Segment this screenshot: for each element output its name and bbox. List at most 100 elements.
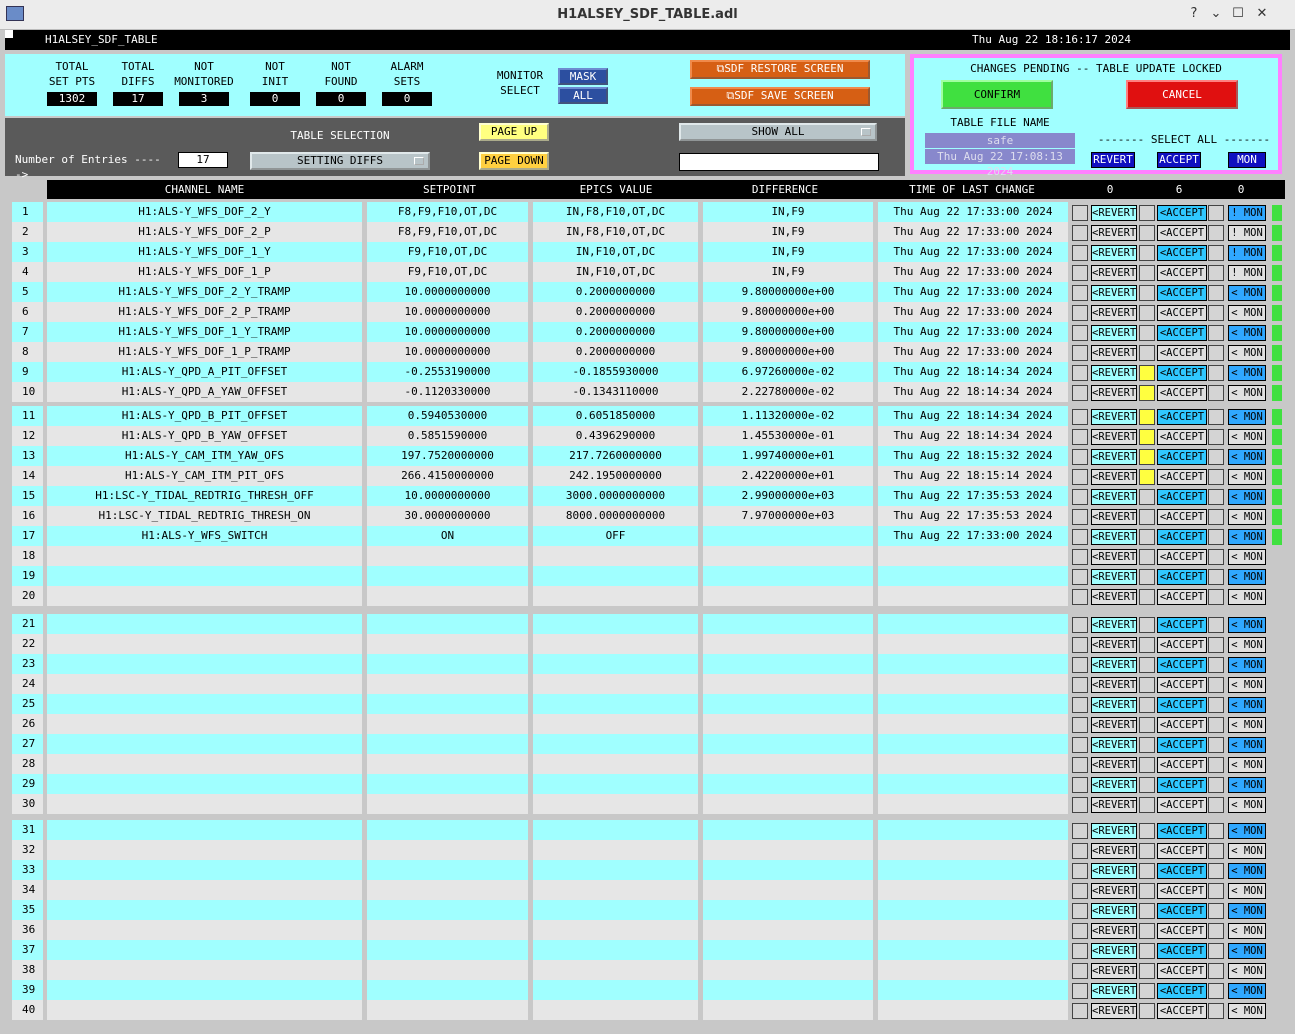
revert-select-checkbox[interactable] bbox=[1072, 225, 1088, 241]
mon-select-checkbox[interactable] bbox=[1208, 677, 1224, 693]
accept-button[interactable]: <ACCEPT bbox=[1157, 205, 1207, 221]
revert-button[interactable]: <REVERT bbox=[1091, 265, 1137, 281]
mon-button[interactable]: < MON bbox=[1228, 365, 1266, 381]
mon-select-checkbox[interactable] bbox=[1208, 509, 1224, 525]
accept-select-checkbox[interactable] bbox=[1139, 923, 1155, 939]
revert-select-checkbox[interactable] bbox=[1072, 385, 1088, 401]
mon-select-checkbox[interactable] bbox=[1208, 1003, 1224, 1019]
revert-select-checkbox[interactable] bbox=[1072, 903, 1088, 919]
accept-select-checkbox[interactable] bbox=[1139, 823, 1155, 839]
accept-select-checkbox[interactable] bbox=[1139, 285, 1155, 301]
revert-select-checkbox[interactable] bbox=[1072, 325, 1088, 341]
mon-button[interactable]: ! MON bbox=[1228, 265, 1266, 281]
mon-button[interactable]: < MON bbox=[1228, 797, 1266, 813]
revert-select-checkbox[interactable] bbox=[1072, 823, 1088, 839]
mask-button[interactable]: MASK bbox=[558, 68, 608, 85]
mon-select-checkbox[interactable] bbox=[1208, 305, 1224, 321]
cancel-button[interactable]: CANCEL bbox=[1126, 80, 1238, 109]
accept-select-checkbox[interactable] bbox=[1139, 1003, 1155, 1019]
revert-button[interactable]: <REVERT bbox=[1091, 409, 1137, 425]
revert-button[interactable]: <REVERT bbox=[1091, 637, 1137, 653]
mon-select-checkbox[interactable] bbox=[1208, 983, 1224, 999]
accept-button[interactable]: <ACCEPT bbox=[1157, 823, 1207, 839]
accept-select-checkbox[interactable] bbox=[1139, 883, 1155, 899]
mon-button[interactable]: ! MON bbox=[1228, 225, 1266, 241]
revert-select-checkbox[interactable] bbox=[1072, 757, 1088, 773]
revert-button[interactable]: <REVERT bbox=[1091, 509, 1137, 525]
maximize-icon[interactable]: ☐ bbox=[1230, 6, 1246, 22]
revert-select-checkbox[interactable] bbox=[1072, 469, 1088, 485]
mon-select-checkbox[interactable] bbox=[1208, 717, 1224, 733]
accept-button[interactable]: <ACCEPT bbox=[1157, 657, 1207, 673]
accept-button[interactable]: <ACCEPT bbox=[1157, 529, 1207, 545]
revert-select-checkbox[interactable] bbox=[1072, 943, 1088, 959]
mon-button[interactable]: < MON bbox=[1228, 943, 1266, 959]
mon-select-checkbox[interactable] bbox=[1208, 489, 1224, 505]
accept-button[interactable]: <ACCEPT bbox=[1157, 843, 1207, 859]
accept-select-checkbox[interactable] bbox=[1139, 429, 1155, 445]
accept-select-checkbox[interactable] bbox=[1139, 569, 1155, 585]
accept-button[interactable]: <ACCEPT bbox=[1157, 943, 1207, 959]
mon-select-checkbox[interactable] bbox=[1208, 963, 1224, 979]
mon-select-checkbox[interactable] bbox=[1208, 863, 1224, 879]
mon-select-checkbox[interactable] bbox=[1208, 529, 1224, 545]
revert-select-checkbox[interactable] bbox=[1072, 637, 1088, 653]
accept-select-checkbox[interactable] bbox=[1139, 305, 1155, 321]
revert-button[interactable]: <REVERT bbox=[1091, 823, 1137, 839]
mon-select-checkbox[interactable] bbox=[1208, 757, 1224, 773]
accept-select-checkbox[interactable] bbox=[1139, 345, 1155, 361]
revert-select-checkbox[interactable] bbox=[1072, 429, 1088, 445]
revert-select-checkbox[interactable] bbox=[1072, 697, 1088, 713]
revert-select-checkbox[interactable] bbox=[1072, 657, 1088, 673]
mon-select-checkbox[interactable] bbox=[1208, 225, 1224, 241]
revert-select-checkbox[interactable] bbox=[1072, 345, 1088, 361]
revert-button[interactable]: <REVERT bbox=[1091, 863, 1137, 879]
revert-button[interactable]: <REVERT bbox=[1091, 737, 1137, 753]
select-all-revert-button[interactable]: REVERT bbox=[1091, 152, 1135, 168]
revert-button[interactable]: <REVERT bbox=[1091, 589, 1137, 605]
accept-select-checkbox[interactable] bbox=[1139, 265, 1155, 281]
help-icon[interactable]: ? bbox=[1186, 6, 1202, 22]
mon-button[interactable]: < MON bbox=[1228, 717, 1266, 733]
mon-select-checkbox[interactable] bbox=[1208, 657, 1224, 673]
revert-button[interactable]: <REVERT bbox=[1091, 529, 1137, 545]
accept-select-checkbox[interactable] bbox=[1139, 943, 1155, 959]
accept-select-checkbox[interactable] bbox=[1139, 697, 1155, 713]
sdf-save-screen-button[interactable]: ⧉SDF SAVE SCREEN bbox=[690, 87, 870, 106]
accept-button[interactable]: <ACCEPT bbox=[1157, 777, 1207, 793]
all-button[interactable]: ALL bbox=[558, 87, 608, 104]
revert-button[interactable]: <REVERT bbox=[1091, 285, 1137, 301]
accept-button[interactable]: <ACCEPT bbox=[1157, 245, 1207, 261]
accept-select-checkbox[interactable] bbox=[1139, 797, 1155, 813]
mon-select-checkbox[interactable] bbox=[1208, 883, 1224, 899]
accept-select-checkbox[interactable] bbox=[1139, 983, 1155, 999]
mon-select-checkbox[interactable] bbox=[1208, 589, 1224, 605]
accept-select-checkbox[interactable] bbox=[1139, 509, 1155, 525]
revert-select-checkbox[interactable] bbox=[1072, 305, 1088, 321]
revert-button[interactable]: <REVERT bbox=[1091, 305, 1137, 321]
mon-button[interactable]: < MON bbox=[1228, 983, 1266, 999]
mon-select-checkbox[interactable] bbox=[1208, 265, 1224, 281]
mon-button[interactable]: < MON bbox=[1228, 449, 1266, 465]
mon-button[interactable]: < MON bbox=[1228, 823, 1266, 839]
mon-select-checkbox[interactable] bbox=[1208, 943, 1224, 959]
page-down-button[interactable]: PAGE DOWN bbox=[479, 152, 549, 170]
accept-button[interactable]: <ACCEPT bbox=[1157, 1003, 1207, 1019]
minimize-icon[interactable]: ⌄ bbox=[1208, 6, 1224, 22]
mon-select-checkbox[interactable] bbox=[1208, 205, 1224, 221]
mon-button[interactable]: < MON bbox=[1228, 569, 1266, 585]
revert-select-checkbox[interactable] bbox=[1072, 449, 1088, 465]
accept-select-checkbox[interactable] bbox=[1139, 449, 1155, 465]
mon-button[interactable]: < MON bbox=[1228, 385, 1266, 401]
mon-select-checkbox[interactable] bbox=[1208, 449, 1224, 465]
confirm-button[interactable]: CONFIRM bbox=[941, 80, 1053, 109]
mon-button[interactable]: ! MON bbox=[1228, 245, 1266, 261]
revert-select-checkbox[interactable] bbox=[1072, 677, 1088, 693]
accept-select-checkbox[interactable] bbox=[1139, 963, 1155, 979]
mon-select-checkbox[interactable] bbox=[1208, 843, 1224, 859]
revert-select-checkbox[interactable] bbox=[1072, 285, 1088, 301]
mon-select-checkbox[interactable] bbox=[1208, 325, 1224, 341]
accept-button[interactable]: <ACCEPT bbox=[1157, 509, 1207, 525]
mon-select-checkbox[interactable] bbox=[1208, 569, 1224, 585]
mon-button[interactable]: < MON bbox=[1228, 429, 1266, 445]
